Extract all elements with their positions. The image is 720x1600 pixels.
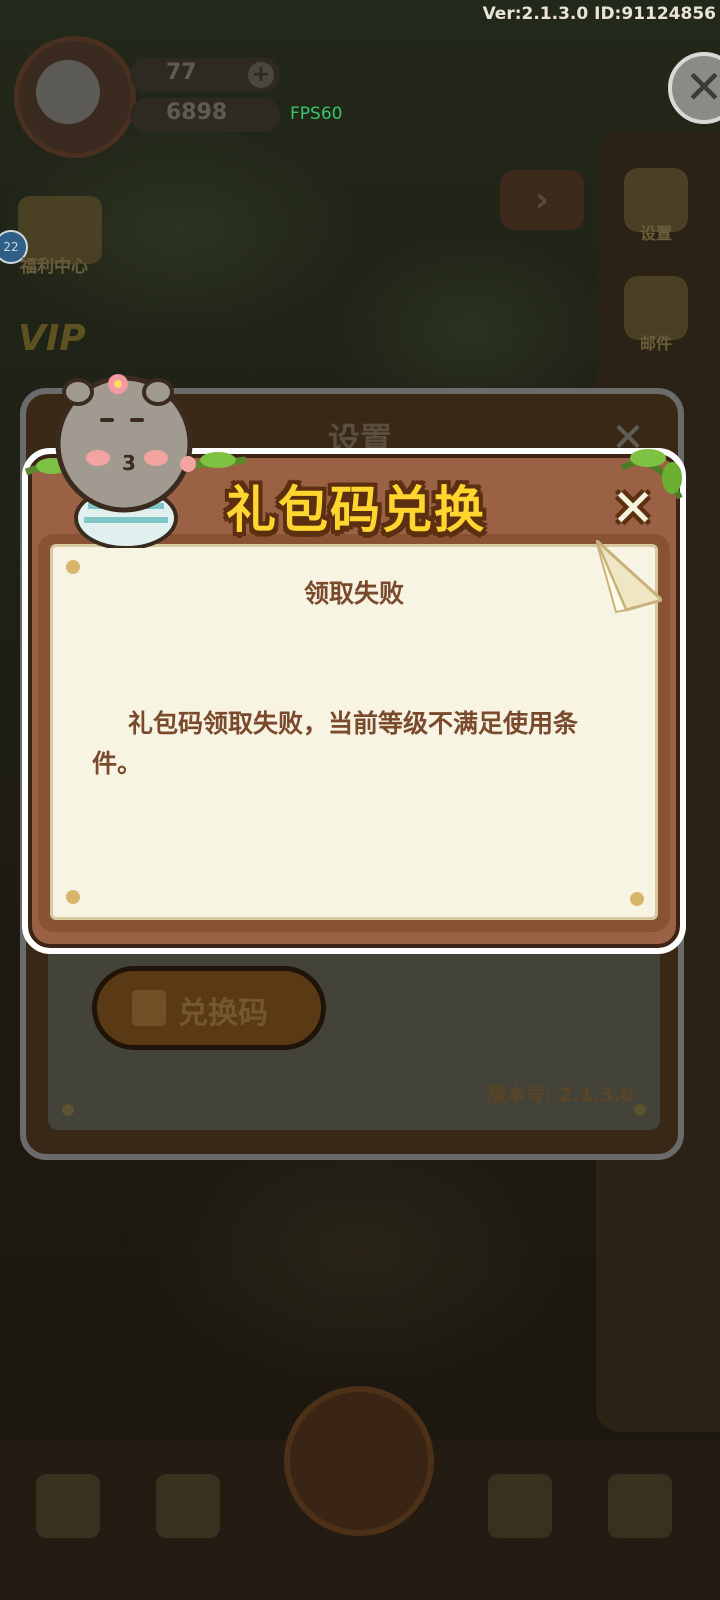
- main-action-button[interactable]: [284, 1386, 434, 1536]
- pin-dot: [630, 892, 644, 906]
- pin-dot: [634, 1104, 646, 1116]
- add-resource-button[interactable]: +: [248, 62, 274, 88]
- sidebar-item-settings[interactable]: 设置: [616, 220, 696, 244]
- version-id-label: Ver:2.1.3.0 ID:91124856: [482, 4, 716, 24]
- hippo-mascot-icon: 3: [55, 374, 196, 548]
- redeem-code-label: 兑换码: [178, 996, 268, 1031]
- gift-code-dialog-title: 礼包码兑换: [226, 481, 486, 539]
- lock-icon[interactable]: [488, 1474, 552, 1538]
- pin-dot: [66, 560, 80, 574]
- fps-counter: FPS60: [290, 104, 343, 124]
- welfare-center-label[interactable]: 福利中心: [20, 252, 88, 277]
- avatar-cat-icon: [36, 60, 100, 124]
- version-number-label: 版本号: 2.1.3.0: [488, 1084, 634, 1106]
- lock-icon[interactable]: [156, 1474, 220, 1538]
- expand-arrow-button[interactable]: ›: [500, 170, 584, 230]
- lock-icon[interactable]: [608, 1474, 672, 1538]
- resource-coins-value: 6898: [166, 100, 228, 125]
- pin-dot: [66, 890, 80, 904]
- close-icon[interactable]: ✕: [606, 482, 660, 536]
- pin-dot: [62, 1104, 74, 1116]
- svg-text:3: 3: [122, 451, 136, 475]
- sidebar-item-mail[interactable]: 邮件: [616, 330, 696, 354]
- resource-gems-value: 77: [166, 60, 197, 85]
- lock-icon[interactable]: [36, 1474, 100, 1538]
- message-body: 礼包码领取失败，当前等级不满足使用条件。: [92, 709, 579, 778]
- gift-icon: [132, 990, 166, 1026]
- message-heading: 领取失败: [303, 579, 404, 608]
